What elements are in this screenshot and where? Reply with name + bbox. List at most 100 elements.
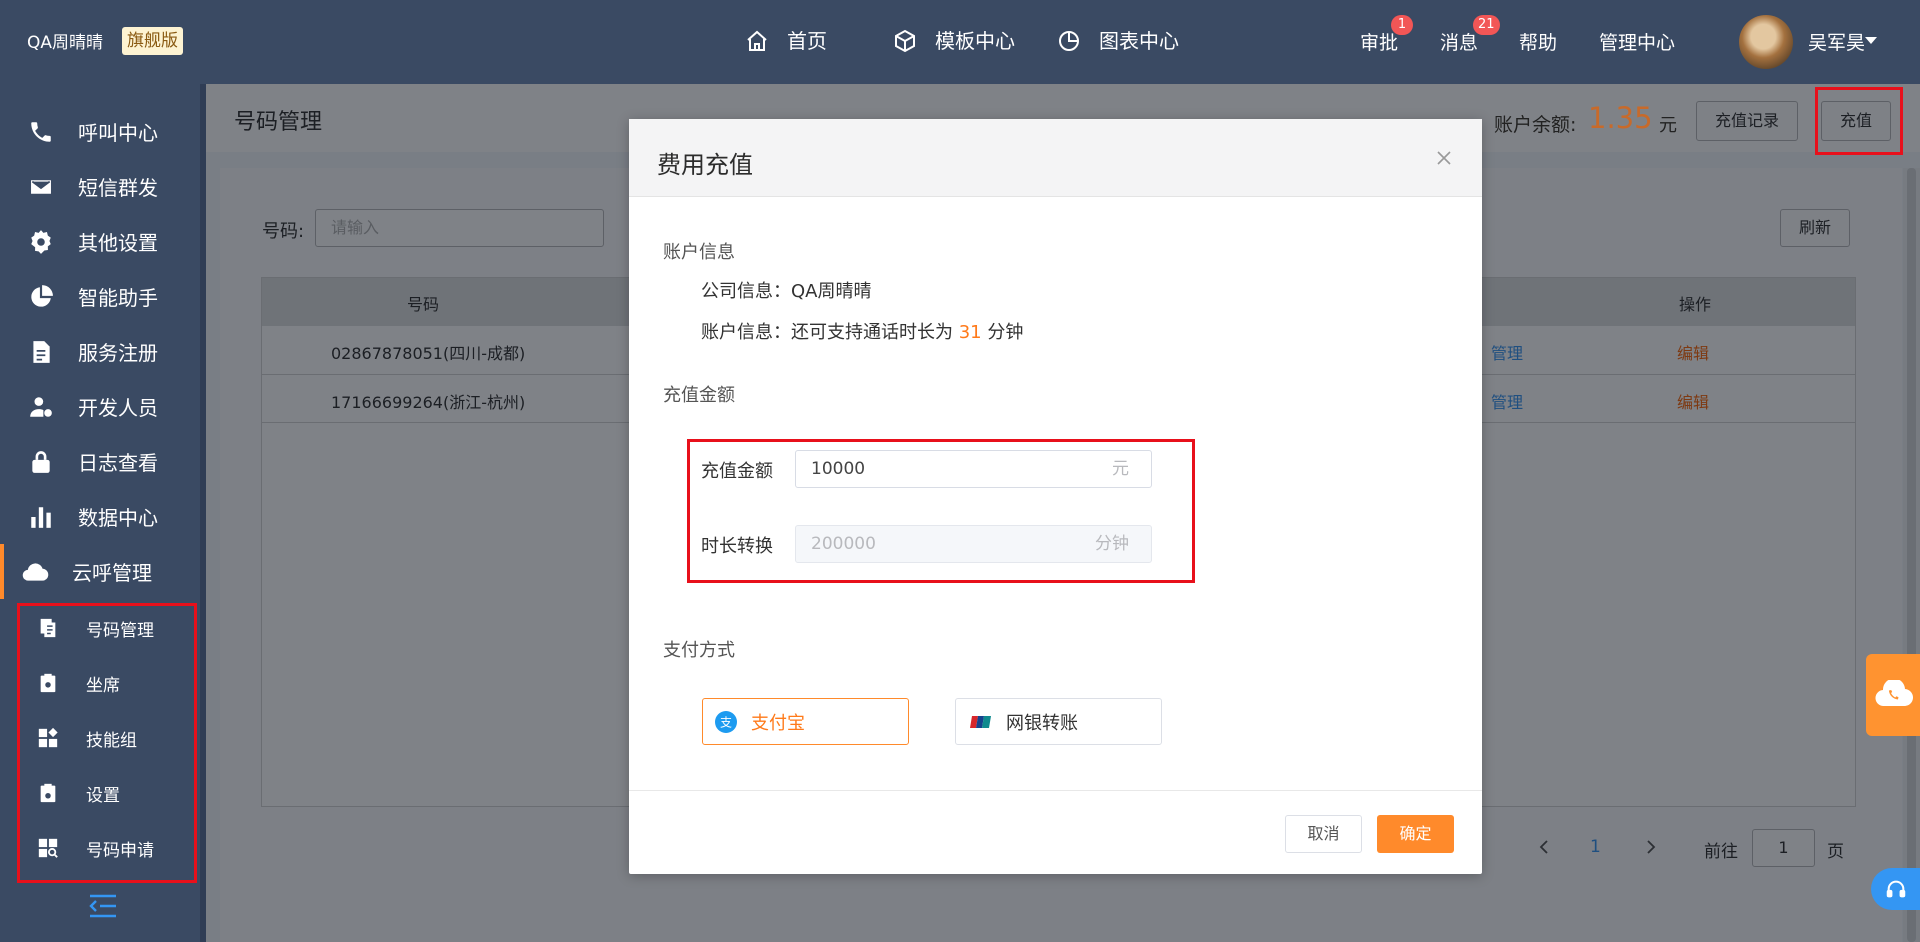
goto-page-input[interactable]: 1 xyxy=(1752,829,1815,867)
account-info: 账户信息：还可支持通话时长为 31 分钟 xyxy=(701,318,1023,344)
edit-link[interactable]: 编辑 xyxy=(1677,340,1709,364)
dialog-header: 费用充值 xyxy=(629,119,1482,197)
balance-value: 1.35 xyxy=(1588,101,1653,135)
messages-count-badge: 21 xyxy=(1473,15,1500,35)
nav-home[interactable]: 首页 xyxy=(745,26,827,56)
sidebar-item-developers[interactable]: 开发人员 xyxy=(0,379,206,434)
confirm-button[interactable]: 确定 xyxy=(1377,815,1454,853)
remaining-minutes: 31 xyxy=(958,322,982,343)
sidebar-item-label: 数据中心 xyxy=(78,506,158,530)
approve-link[interactable]: 审批 xyxy=(1360,28,1398,55)
sidebar-item-assistant[interactable]: 智能助手 xyxy=(0,269,206,324)
current-page[interactable]: 1 xyxy=(1590,837,1601,857)
alipay-label: 支付宝 xyxy=(751,712,805,734)
page-unit: 页 xyxy=(1827,842,1844,862)
highlight-box-recharge xyxy=(1815,87,1903,155)
mail-icon xyxy=(29,178,53,195)
manage-link[interactable]: 管理 xyxy=(1491,389,1523,413)
sidebar-item-service-register[interactable]: 服务注册 xyxy=(0,324,206,379)
company-label: 公司信息： xyxy=(701,281,791,302)
messages-link[interactable]: 消息 xyxy=(1440,28,1478,55)
scrollbar-thumb[interactable] xyxy=(1907,168,1916,942)
account-label: 账户信息： xyxy=(701,322,791,343)
bank-transfer-label: 网银转账 xyxy=(1006,712,1078,734)
nav-charts-label: 图表中心 xyxy=(1099,29,1179,53)
headset-icon xyxy=(1886,880,1906,898)
svg-text:支: 支 xyxy=(720,715,732,729)
duration-unit: 分钟 xyxy=(1095,534,1129,554)
home-icon xyxy=(747,30,767,51)
avatar[interactable] xyxy=(1739,15,1793,69)
cube-icon xyxy=(895,29,915,53)
refresh-button[interactable]: 刷新 xyxy=(1780,209,1851,247)
sidebar-item-label: 短信群发 xyxy=(78,176,158,200)
nav-templates-label: 模板中心 xyxy=(935,29,1015,53)
admin-center-link[interactable]: 管理中心 xyxy=(1599,28,1675,55)
unionpay-icon xyxy=(970,715,991,728)
recharge-record-button[interactable]: 充值记录 xyxy=(1696,101,1799,141)
top-bar: QA周晴晴 旗舰版 首页 模板中心 图表中心 审批 1 消息 21 帮助 管理中… xyxy=(0,0,1920,84)
sidebar-item-logs[interactable]: 日志查看 xyxy=(0,434,206,489)
dialog-title: 费用充值 xyxy=(657,151,753,179)
amount-input[interactable]: 10000 元 xyxy=(795,450,1152,488)
column-header-number: 号码 xyxy=(407,295,440,314)
account-text-suffix: 分钟 xyxy=(987,322,1024,343)
document-icon xyxy=(33,340,50,363)
edit-link[interactable]: 编辑 xyxy=(1677,389,1709,413)
sidebar-item-data-center[interactable]: 数据中心 xyxy=(0,489,206,544)
sidebar-item-other-settings[interactable]: 其他设置 xyxy=(0,214,206,269)
sidebar-item-label: 呼叫中心 xyxy=(78,121,158,145)
cloud-call-float-button[interactable] xyxy=(1866,654,1920,736)
collapse-menu-icon[interactable] xyxy=(88,893,118,919)
prev-page-icon[interactable] xyxy=(1538,839,1550,855)
close-icon[interactable] xyxy=(1435,149,1453,167)
bar-chart-icon xyxy=(31,506,51,528)
cancel-button[interactable]: 取消 xyxy=(1285,815,1362,853)
help-link[interactable]: 帮助 xyxy=(1519,28,1557,55)
customer-service-button[interactable] xyxy=(1871,868,1920,910)
balance-label: 账户余额: xyxy=(1494,114,1577,136)
nav-templates[interactable]: 模板中心 xyxy=(893,26,1015,56)
amount-label: 充值金额 xyxy=(701,461,773,482)
sidebar-item-label: 云呼管理 xyxy=(72,561,152,585)
approve-count-badge: 1 xyxy=(1391,15,1413,35)
amount-unit: 元 xyxy=(1112,459,1129,479)
sidebar-item-call-center[interactable]: 呼叫中心 xyxy=(0,104,206,159)
alipay-option[interactable]: 支 支付宝 xyxy=(702,698,909,745)
duration-input: 200000 分钟 xyxy=(795,525,1152,563)
sidebar-item-cloud-call[interactable]: 云呼管理 xyxy=(0,544,206,599)
duration-label: 时长转换 xyxy=(701,536,773,557)
sidebar-item-label: 开发人员 xyxy=(78,396,158,420)
company-info: 公司信息：QA周晴晴 xyxy=(701,277,871,303)
sidebar-item-label: 服务注册 xyxy=(78,341,158,365)
manage-link[interactable]: 管理 xyxy=(1491,340,1523,364)
user-menu[interactable]: 吴军昊 xyxy=(1808,28,1865,55)
number-search-input[interactable]: 请输入 xyxy=(315,209,604,247)
balance-unit: 元 xyxy=(1659,115,1677,136)
highlight-box-submenu xyxy=(17,603,197,883)
nav-charts[interactable]: 图表中心 xyxy=(1057,26,1179,56)
goto-label: 前往 xyxy=(1704,842,1738,862)
caret-down-icon xyxy=(1865,37,1877,44)
bank-transfer-option[interactable]: 网银转账 xyxy=(955,698,1162,745)
recharge-dialog: 费用充值 账户信息 公司信息：QA周晴晴 账户信息：还可支持通话时长为 31 分… xyxy=(629,119,1482,874)
edition-badge: 旗舰版 xyxy=(122,27,183,55)
sidebar-item-sms[interactable]: 短信群发 xyxy=(0,159,206,214)
table-cell-number: 17166699264(浙江-杭州) xyxy=(331,393,526,412)
lock-icon xyxy=(32,450,50,473)
dialog-footer-divider xyxy=(629,790,1482,791)
pie-chart-icon xyxy=(1059,31,1079,51)
page-title: 号码管理 xyxy=(234,110,323,135)
gear-icon xyxy=(31,229,51,254)
cloud-phone-icon xyxy=(22,562,49,581)
cloud-phone-icon xyxy=(1875,680,1913,707)
developer-icon xyxy=(30,396,52,417)
account-section-title: 账户信息 xyxy=(663,242,735,263)
company-value: QA周晴晴 xyxy=(791,281,872,302)
column-header-action: 操作 xyxy=(1679,295,1712,314)
next-page-icon[interactable] xyxy=(1645,839,1657,855)
filter-label: 号码: xyxy=(262,221,305,242)
scrollbar[interactable] xyxy=(1903,168,1920,942)
table-cell-number: 02867878051(四川-成都) xyxy=(331,344,526,363)
sidebar-item-label: 日志查看 xyxy=(78,451,158,475)
